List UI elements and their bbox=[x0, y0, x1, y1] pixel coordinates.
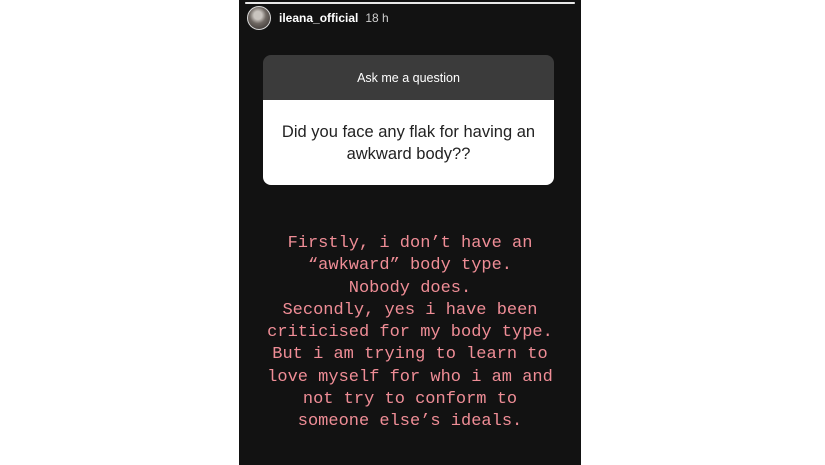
story-timestamp: 18 h bbox=[365, 11, 389, 25]
answer-line: “awkward” body type. bbox=[307, 256, 513, 276]
story-viewer[interactable]: ileana_official 18 h Ask me a question D… bbox=[239, 0, 581, 465]
question-sticker[interactable]: Ask me a question Did you face any flak … bbox=[263, 55, 554, 185]
story-progress-bar bbox=[245, 2, 575, 4]
question-text: Did you face any flak for having an awkw… bbox=[281, 122, 536, 163]
question-sticker-title: Ask me a question bbox=[357, 70, 460, 85]
answer-line: Secondly, yes i have been bbox=[282, 300, 538, 320]
story-header: ileana_official 18 h bbox=[247, 5, 389, 31]
answer-line: someone else’s ideals. bbox=[297, 412, 523, 432]
avatar[interactable] bbox=[247, 6, 271, 30]
question-sticker-body: Did you face any flak for having an awkw… bbox=[263, 100, 554, 185]
answer-line: criticised for my body type. bbox=[267, 323, 553, 343]
question-sticker-header: Ask me a question bbox=[263, 55, 554, 100]
answer-text: Firstly, i don’t have an “awkward” body … bbox=[239, 233, 581, 434]
answer-line: love myself for who i am and bbox=[267, 367, 553, 387]
username[interactable]: ileana_official bbox=[279, 11, 358, 25]
answer-line: Nobody does. bbox=[348, 278, 472, 298]
answer-line: But i am trying to learn to bbox=[272, 345, 548, 365]
answer-line: not try to conform to bbox=[302, 390, 518, 410]
answer-line: Firstly, i don’t have an bbox=[287, 234, 533, 253]
story-progress-fill bbox=[245, 2, 575, 4]
